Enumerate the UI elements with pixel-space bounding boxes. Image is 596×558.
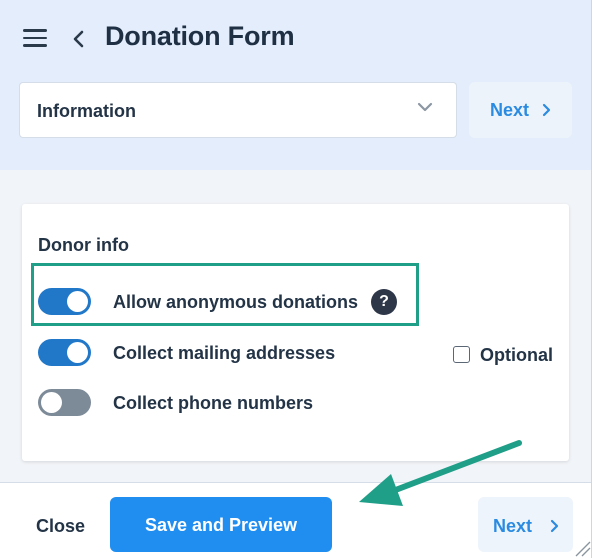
next-step-button-top[interactable]: Next (469, 82, 572, 138)
step-select-dropdown[interactable]: Information (19, 82, 457, 138)
optional-label: Optional (480, 345, 553, 365)
hamburger-menu-icon[interactable] (23, 29, 47, 47)
chevron-right-icon (542, 103, 551, 117)
toggle-knob (41, 392, 62, 413)
next-button-label: Next (493, 516, 533, 536)
next-button-label: Next (490, 100, 530, 120)
form-header: Donation Form Information Next (0, 0, 591, 170)
optional-checkbox[interactable] (453, 346, 470, 363)
toggle-knob (67, 342, 88, 363)
toggle-knob (67, 291, 88, 312)
question-circle-icon[interactable]: ? (371, 289, 397, 315)
toggle-allow-anonymous[interactable] (38, 288, 91, 315)
annotation-arrow-icon (355, 436, 527, 508)
chevron-down-icon (416, 100, 434, 114)
option-label-mailing: Collect mailing addresses (113, 343, 336, 363)
page-title: Donation Form (105, 21, 295, 51)
toggle-collect-phone[interactable] (38, 389, 91, 416)
close-button[interactable]: Close (36, 516, 85, 537)
donation-form-window: Donation Form Information Next Donor inf… (0, 0, 592, 558)
toggle-collect-mailing[interactable] (38, 339, 91, 366)
save-and-preview-button[interactable]: Save and Preview (110, 497, 332, 552)
resize-grip-icon[interactable] (570, 536, 591, 558)
section-title: Donor info (38, 235, 129, 255)
option-label-anonymous: Allow anonymous donations (113, 292, 359, 312)
save-button-label: Save and Preview (144, 515, 298, 535)
chevron-left-icon[interactable] (70, 28, 88, 50)
step-select-value: Information (37, 101, 136, 121)
chevron-right-icon (550, 519, 559, 533)
option-label-phone: Collect phone numbers (113, 393, 314, 413)
